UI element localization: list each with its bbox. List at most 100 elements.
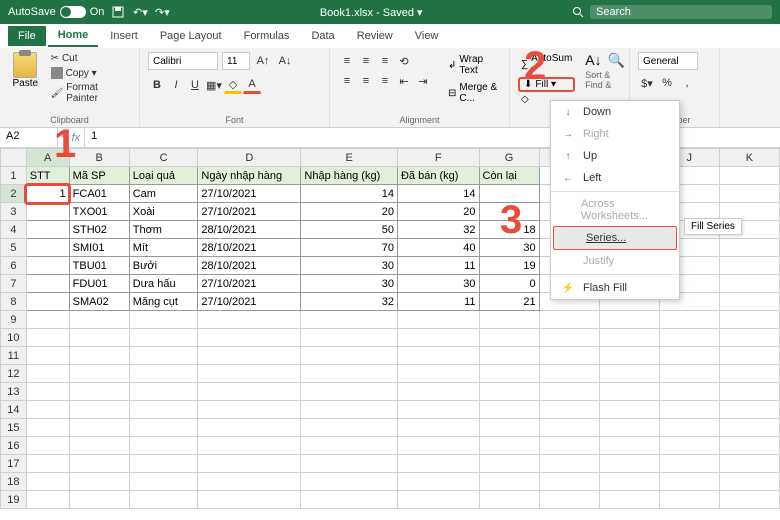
cell[interactable]: 30 bbox=[397, 275, 479, 293]
indent-inc-icon[interactable]: ⇥ bbox=[414, 72, 432, 90]
cell[interactable] bbox=[659, 383, 719, 401]
name-box[interactable]: A2 bbox=[0, 128, 58, 147]
cell[interactable] bbox=[479, 419, 539, 437]
cell[interactable] bbox=[479, 401, 539, 419]
align-top-icon[interactable]: ≡ bbox=[338, 52, 356, 70]
cell[interactable] bbox=[539, 311, 599, 329]
cell[interactable] bbox=[301, 311, 398, 329]
border-button[interactable]: ▦▾ bbox=[205, 76, 223, 94]
cell[interactable] bbox=[719, 401, 779, 419]
cell[interactable] bbox=[198, 401, 301, 419]
orientation-icon[interactable]: ⟲ bbox=[395, 52, 413, 70]
cell[interactable] bbox=[539, 437, 599, 455]
cell[interactable] bbox=[659, 347, 719, 365]
cell[interactable] bbox=[397, 365, 479, 383]
cell[interactable] bbox=[129, 419, 198, 437]
cell[interactable] bbox=[539, 383, 599, 401]
cell[interactable] bbox=[198, 491, 301, 509]
cell[interactable] bbox=[479, 383, 539, 401]
cell[interactable]: 27/10/2021 bbox=[198, 275, 301, 293]
cell[interactable] bbox=[26, 329, 69, 347]
cell[interactable]: SMI01 bbox=[69, 239, 129, 257]
cell[interactable] bbox=[129, 383, 198, 401]
cell[interactable]: 30 bbox=[301, 257, 398, 275]
cell[interactable] bbox=[397, 419, 479, 437]
cell[interactable] bbox=[659, 329, 719, 347]
cell[interactable] bbox=[129, 437, 198, 455]
cell[interactable] bbox=[26, 257, 69, 275]
cell[interactable]: 11 bbox=[397, 293, 479, 311]
cell[interactable]: TXO01 bbox=[69, 203, 129, 221]
cell[interactable] bbox=[719, 257, 779, 275]
cell[interactable] bbox=[397, 329, 479, 347]
fill-left-item[interactable]: ←Left bbox=[551, 167, 679, 189]
cell[interactable]: Đã bán (kg) bbox=[397, 167, 479, 185]
cell[interactable] bbox=[599, 347, 659, 365]
cell[interactable] bbox=[26, 401, 69, 419]
cell[interactable] bbox=[26, 419, 69, 437]
cell[interactable] bbox=[26, 221, 69, 239]
cell[interactable] bbox=[198, 365, 301, 383]
cell[interactable] bbox=[599, 365, 659, 383]
copy-button[interactable]: Copy ▾ bbox=[49, 66, 131, 80]
cell[interactable] bbox=[198, 329, 301, 347]
tab-data[interactable]: Data bbox=[301, 26, 344, 46]
cell[interactable] bbox=[198, 311, 301, 329]
cell[interactable] bbox=[719, 275, 779, 293]
row-header[interactable]: 12 bbox=[1, 365, 27, 383]
cell[interactable] bbox=[659, 491, 719, 509]
cell[interactable] bbox=[301, 347, 398, 365]
cell[interactable]: 21 bbox=[479, 293, 539, 311]
cell[interactable] bbox=[539, 329, 599, 347]
cell[interactable] bbox=[719, 167, 779, 185]
cell[interactable]: Mã SP bbox=[69, 167, 129, 185]
cell[interactable] bbox=[69, 347, 129, 365]
cell[interactable]: Mít bbox=[129, 239, 198, 257]
row-header[interactable]: 5 bbox=[1, 239, 27, 257]
cell[interactable] bbox=[301, 419, 398, 437]
cell[interactable] bbox=[129, 365, 198, 383]
row-header[interactable]: 3 bbox=[1, 203, 27, 221]
cell[interactable]: 28/10/2021 bbox=[198, 221, 301, 239]
tab-formulas[interactable]: Formulas bbox=[234, 26, 300, 46]
format-painter-button[interactable]: 🖌Format Painter bbox=[49, 81, 131, 105]
col-header-c[interactable]: C bbox=[129, 149, 198, 167]
font-color-button[interactable]: A bbox=[243, 76, 261, 94]
cell[interactable] bbox=[397, 491, 479, 509]
cell[interactable] bbox=[719, 185, 779, 203]
cell[interactable]: 14 bbox=[301, 185, 398, 203]
redo-icon[interactable]: ↷▾ bbox=[154, 4, 170, 20]
paste-button[interactable]: Paste bbox=[8, 52, 43, 113]
cell[interactable]: STT bbox=[26, 167, 69, 185]
cell[interactable] bbox=[599, 455, 659, 473]
cell[interactable] bbox=[198, 419, 301, 437]
cell[interactable]: 70 bbox=[301, 239, 398, 257]
cell[interactable] bbox=[69, 329, 129, 347]
cell[interactable]: 40 bbox=[397, 239, 479, 257]
cell[interactable]: 27/10/2021 bbox=[198, 203, 301, 221]
col-header-a[interactable]: A bbox=[26, 149, 69, 167]
cell[interactable] bbox=[26, 473, 69, 491]
row-header[interactable]: 15 bbox=[1, 419, 27, 437]
cell[interactable] bbox=[129, 491, 198, 509]
underline-button[interactable]: U bbox=[186, 76, 204, 94]
cell[interactable] bbox=[479, 455, 539, 473]
increase-font-icon[interactable]: A↑ bbox=[254, 52, 272, 70]
cell[interactable] bbox=[599, 383, 659, 401]
bold-button[interactable]: B bbox=[148, 76, 166, 94]
search-input[interactable]: Search bbox=[590, 5, 772, 19]
find-icon[interactable]: 🔍 bbox=[608, 52, 625, 69]
cell[interactable] bbox=[539, 455, 599, 473]
row-header[interactable]: 4 bbox=[1, 221, 27, 239]
cell[interactable] bbox=[198, 437, 301, 455]
cell[interactable] bbox=[719, 491, 779, 509]
cell[interactable] bbox=[129, 347, 198, 365]
cell[interactable] bbox=[397, 401, 479, 419]
wrap-text-button[interactable]: ↲Wrap Text bbox=[446, 52, 501, 78]
cell[interactable]: Thơm bbox=[129, 221, 198, 239]
italic-button[interactable]: I bbox=[167, 76, 185, 94]
cell[interactable] bbox=[479, 473, 539, 491]
cell[interactable] bbox=[198, 383, 301, 401]
cell[interactable] bbox=[479, 347, 539, 365]
cell[interactable]: 28/10/2021 bbox=[198, 257, 301, 275]
